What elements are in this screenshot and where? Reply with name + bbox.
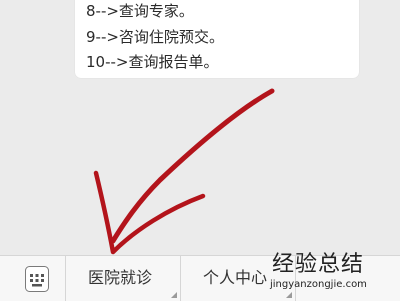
- keyboard-toggle-button[interactable]: [0, 256, 66, 301]
- submenu-indicator-icon: [286, 292, 292, 298]
- bottom-menu-bar: 医院就诊 个人中心: [0, 255, 400, 301]
- chat-line: 9-->咨询住院预交。: [86, 28, 224, 46]
- chat-line: 10-->查询报告单。: [86, 53, 219, 71]
- menu-item-personal-center[interactable]: 个人中心: [181, 256, 296, 301]
- menu-item-label: 个人中心: [203, 268, 268, 287]
- menu-item-hospital-visit[interactable]: 医院就诊: [66, 256, 181, 301]
- keyboard-icon: [25, 266, 49, 292]
- chat-message-bubble: 8-->查询专家。 9-->咨询住院预交。 10-->查询报告单。: [75, 0, 359, 78]
- chat-line: 8-->查询专家。: [86, 2, 194, 20]
- submenu-indicator-icon: [171, 292, 177, 298]
- menu-item-label: 医院就诊: [88, 268, 153, 287]
